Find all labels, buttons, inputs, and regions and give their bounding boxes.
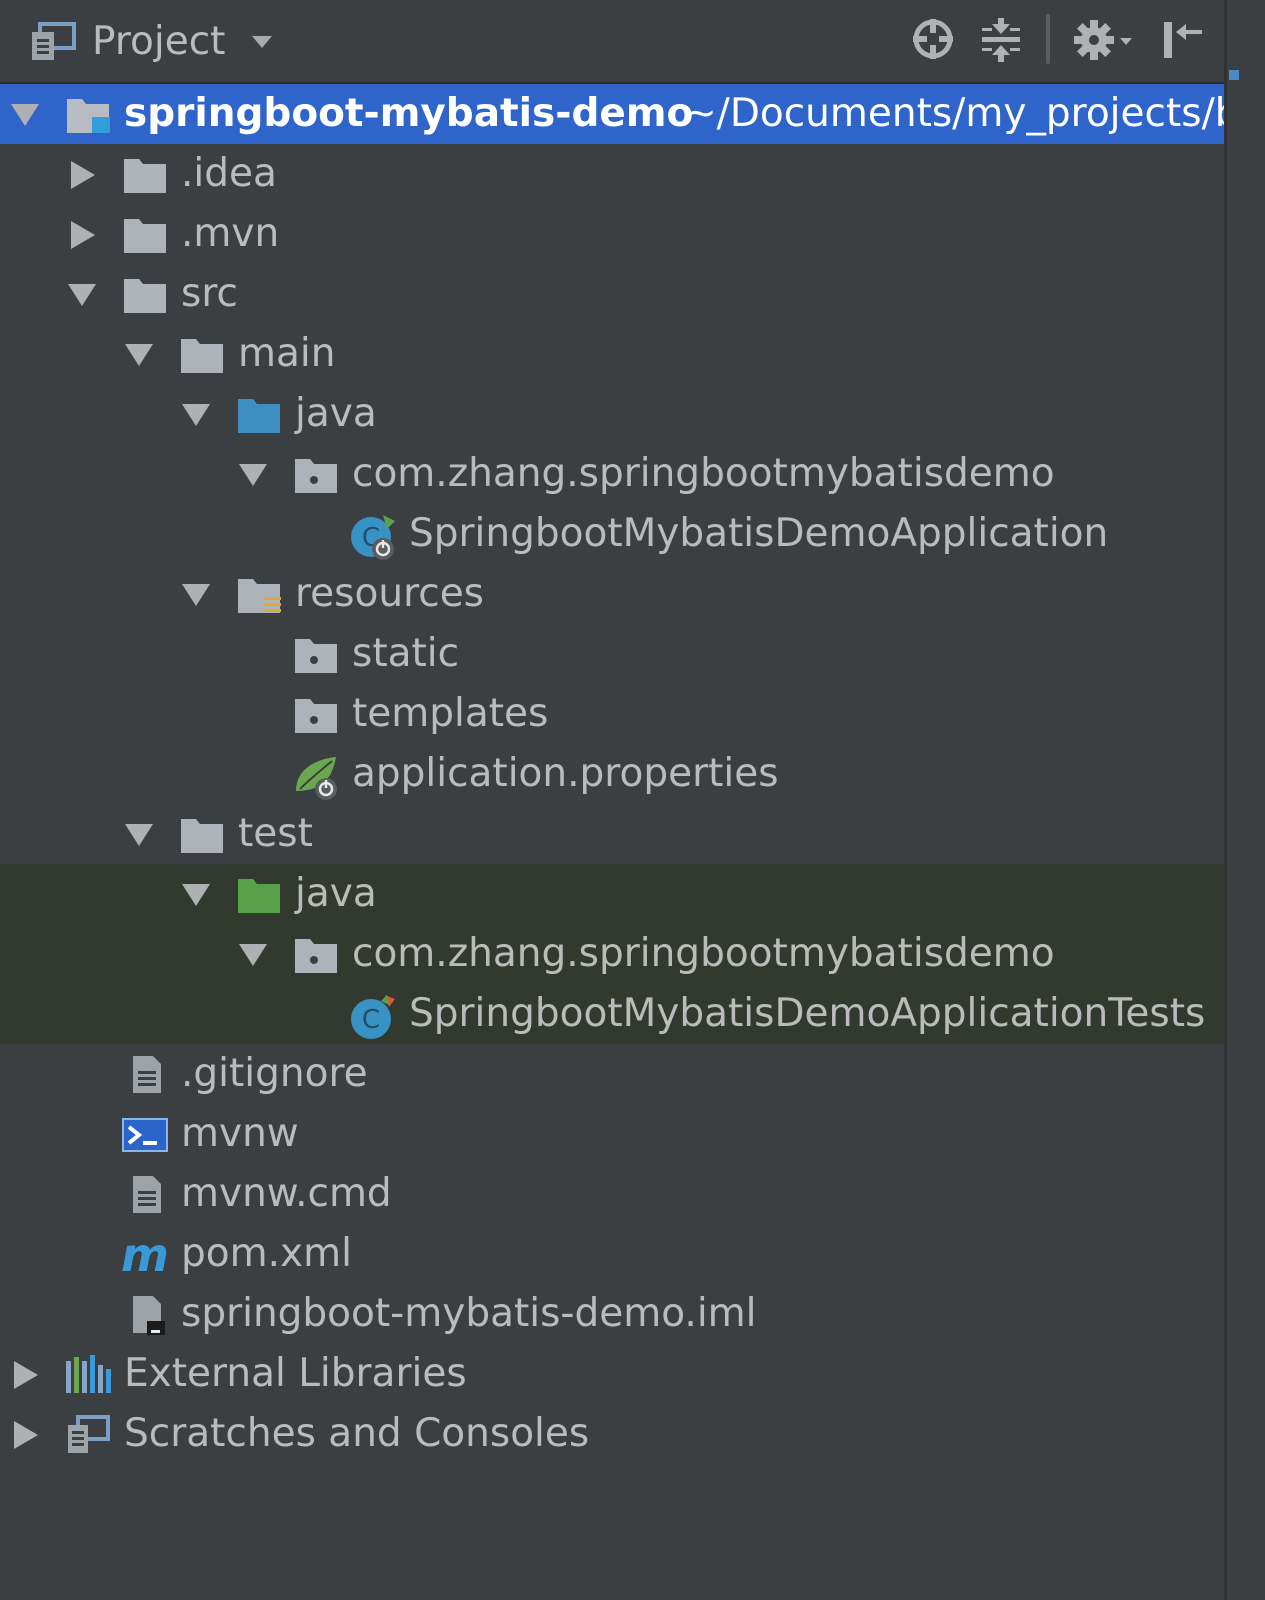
gear-icon[interactable] — [1072, 16, 1138, 64]
tree-item-label: main — [238, 331, 336, 376]
shell-script-icon — [121, 1113, 169, 1155]
tree-item-label: java — [295, 391, 377, 436]
libraries-icon — [64, 1353, 112, 1395]
toolbar-divider — [1046, 14, 1050, 64]
tree-item-label: mvnw.cmd — [181, 1171, 392, 1216]
chevron-down-icon[interactable] — [250, 34, 274, 50]
package-icon — [292, 933, 340, 975]
collapsed-arrow-icon[interactable] — [67, 161, 97, 189]
tree-item-label: application.properties — [352, 751, 779, 796]
tree-item-main[interactable]: main — [0, 324, 1224, 384]
tree-item-com-zhang-springbootmybatisdemo[interactable]: com.zhang.springbootmybatisdemo — [0, 444, 1224, 504]
scrollbar-marker — [1229, 70, 1239, 80]
module-folder-icon — [64, 93, 112, 135]
tree-item-label: .idea — [181, 151, 277, 196]
collapse-all-icon[interactable] — [978, 16, 1024, 64]
tree-item-label: Scratches and Consoles — [124, 1411, 590, 1456]
text-file-icon — [121, 1173, 169, 1215]
svg-text:m: m — [121, 1233, 169, 1275]
tree-item-mvnw-cmd[interactable]: mvnw.cmd — [0, 1164, 1224, 1224]
locate-icon[interactable] — [910, 16, 956, 62]
svg-text:C: C — [362, 1005, 380, 1035]
expanded-arrow-icon[interactable] — [181, 582, 211, 608]
tree-item-label: java — [295, 871, 377, 916]
folder-icon — [121, 213, 169, 255]
tree-item-resources[interactable]: resources — [0, 564, 1224, 624]
package-icon — [292, 693, 340, 735]
folder-icon — [121, 273, 169, 315]
tree-item-label: springboot-mybatis-demo — [124, 91, 694, 136]
spring-boot-class-icon: C — [349, 513, 397, 560]
tree-item-label: com.zhang.springbootmybatisdemo — [352, 931, 1055, 976]
collapsed-arrow-icon[interactable] — [67, 221, 97, 249]
tree-item-java[interactable]: java — [0, 384, 1224, 444]
folder-icon — [121, 153, 169, 195]
tree-item-mvn[interactable]: .mvn — [0, 204, 1224, 264]
maven-icon: m — [121, 1228, 169, 1282]
tree-item-test[interactable]: test — [0, 804, 1224, 864]
test-source-folder-icon — [235, 873, 283, 915]
expanded-arrow-icon[interactable] — [67, 282, 97, 308]
tree-item-pom-xml[interactable]: m pom.xml — [0, 1224, 1224, 1284]
expanded-arrow-icon[interactable] — [181, 882, 211, 908]
tree-item-label: src — [181, 271, 238, 316]
hide-panel-icon[interactable] — [1160, 16, 1206, 62]
tree-item-label: .gitignore — [181, 1051, 368, 1096]
collapsed-arrow-icon[interactable] — [10, 1421, 40, 1449]
project-view-icon[interactable] — [28, 22, 78, 62]
tree-item-label: templates — [352, 691, 549, 736]
tree-item-application-properties[interactable]: application.properties — [0, 744, 1224, 804]
resources-folder-icon — [235, 573, 283, 618]
package-icon — [292, 453, 340, 495]
project-path: ~/Documents/my_projects/b — [684, 91, 1224, 136]
tree-item-label: .mvn — [181, 211, 280, 256]
folder-icon — [178, 813, 226, 855]
tree-item-label: com.zhang.springbootmybatisdemo — [352, 451, 1055, 496]
tree-item-springbootmybatisdemoapplicationtests[interactable]: C SpringbootMybatisDemoApplicationTests — [0, 984, 1224, 1044]
project-tool-window-header: Project — [0, 0, 1240, 84]
scrollbar-track[interactable] — [1227, 0, 1265, 1600]
tree-item-springboot-mybatis-demo-iml[interactable]: springboot-mybatis-demo.iml — [0, 1284, 1224, 1344]
tool-window-title[interactable]: Project — [92, 17, 225, 67]
tree-item-label: External Libraries — [124, 1351, 467, 1396]
tree-item-java[interactable]: java — [0, 864, 1224, 924]
iml-file-icon — [121, 1293, 169, 1335]
scratches-icon — [64, 1413, 112, 1455]
tree-item-label: mvnw — [181, 1111, 299, 1156]
tree-item-label: SpringbootMybatisDemoApplication — [409, 511, 1109, 556]
folder-icon — [178, 333, 226, 375]
tree-item-static[interactable]: static — [0, 624, 1224, 684]
expanded-arrow-icon[interactable] — [124, 822, 154, 848]
source-folder-icon — [235, 393, 283, 435]
tree-item-label: SpringbootMybatisDemoApplicationTests — [409, 991, 1206, 1036]
tree-item-idea[interactable]: .idea — [0, 144, 1224, 204]
tree-item-label: springboot-mybatis-demo.iml — [181, 1291, 757, 1336]
tree-item-com-zhang-springbootmybatisdemo[interactable]: com.zhang.springbootmybatisdemo — [0, 924, 1224, 984]
expanded-arrow-icon[interactable] — [238, 942, 268, 968]
tree-item-gitignore[interactable]: .gitignore — [0, 1044, 1224, 1104]
tree-item-label: resources — [295, 571, 485, 616]
tree-item-label: test — [238, 811, 313, 856]
spring-properties-icon — [292, 753, 340, 800]
tree-item-label: static — [352, 631, 460, 676]
expanded-arrow-icon[interactable] — [238, 462, 268, 488]
tree-item-scratches-and-consoles[interactable]: Scratches and Consoles — [0, 1404, 1224, 1464]
test-class-icon: C — [349, 993, 397, 1039]
expanded-arrow-icon[interactable] — [10, 102, 40, 128]
tree-item-templates[interactable]: templates — [0, 684, 1224, 744]
tree-item-springboot-mybatis-demo[interactable]: springboot-mybatis-demo ~/Documents/my_pr… — [0, 84, 1224, 144]
collapsed-arrow-icon[interactable] — [10, 1361, 40, 1389]
tree-item-springbootmybatisdemoapplication[interactable]: C SpringbootMybatisDemoApplication — [0, 504, 1224, 564]
tree-item-mvnw[interactable]: mvnw — [0, 1104, 1224, 1164]
tree-item-external-libraries[interactable]: External Libraries — [0, 1344, 1224, 1404]
package-icon — [292, 633, 340, 675]
expanded-arrow-icon[interactable] — [124, 342, 154, 368]
expanded-arrow-icon[interactable] — [181, 402, 211, 428]
tree-item-src[interactable]: src — [0, 264, 1224, 324]
tree-item-label: pom.xml — [181, 1231, 352, 1276]
text-file-icon — [121, 1053, 169, 1095]
project-tree[interactable]: springboot-mybatis-demo ~/Documents/my_pr… — [0, 84, 1224, 1464]
